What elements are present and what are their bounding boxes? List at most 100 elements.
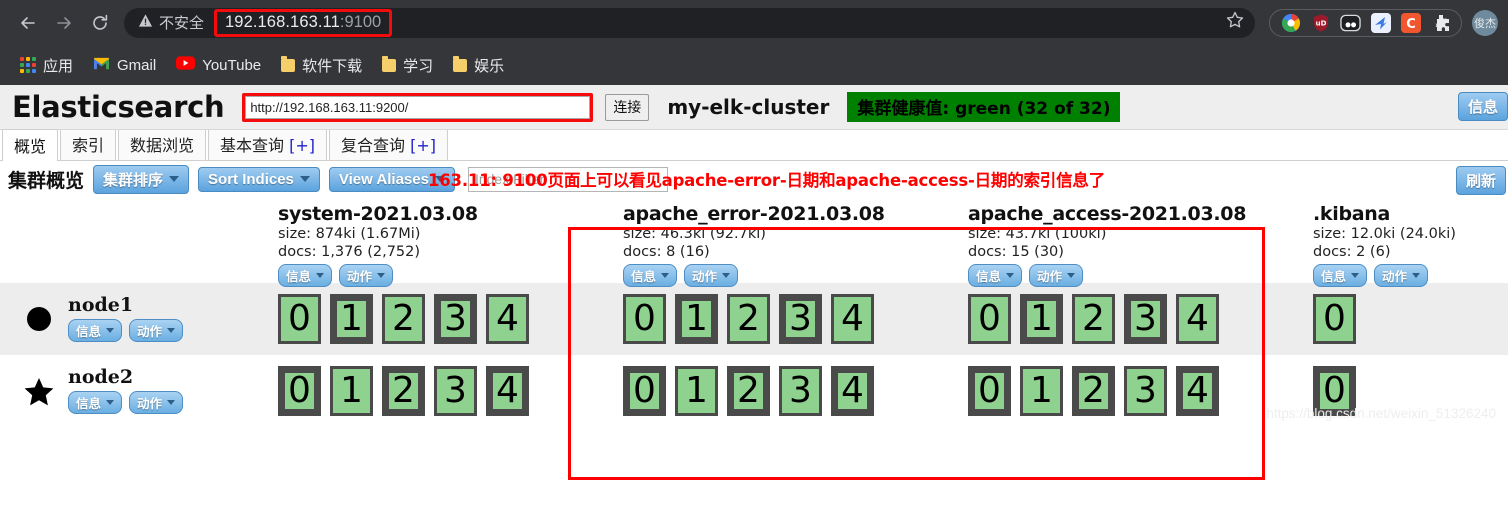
shard[interactable]: 4 <box>1176 294 1219 344</box>
bookmark-star-icon[interactable] <box>1225 10 1245 35</box>
shard[interactable]: 1 <box>330 294 373 344</box>
shard[interactable]: 3 <box>434 366 477 416</box>
refresh-button[interactable]: 刷新 <box>1455 166 1506 195</box>
shard[interactable]: 0 <box>968 366 1011 416</box>
ublock-shield-extension-icon[interactable]: uD <box>1310 12 1331 33</box>
shard[interactable]: 1 <box>675 366 718 416</box>
bird-extension-icon[interactable] <box>1370 12 1391 33</box>
chevron-down-icon <box>1412 273 1421 279</box>
circle-master-icon <box>18 306 60 332</box>
puzzle-extensions-icon[interactable] <box>1430 12 1451 33</box>
bookmark-apps[interactable]: 应用 <box>12 52 81 79</box>
index-action-button[interactable]: 动作 <box>684 264 739 288</box>
shard[interactable]: 1 <box>330 366 373 416</box>
tab-indices[interactable]: 索引 <box>60 128 117 160</box>
bookmark-label: 软件下载 <box>302 57 363 75</box>
avatar-label: 俊杰 <box>1474 17 1496 30</box>
index-info-button[interactable]: 信息 <box>278 264 333 288</box>
header-info-button[interactable]: 信息 <box>1457 92 1508 121</box>
tab-data-browse[interactable]: 数据浏览 <box>118 128 207 160</box>
shard[interactable]: 4 <box>1176 366 1219 416</box>
tab-overview[interactable]: 概览 <box>2 129 59 161</box>
bookmark-label: YouTube <box>202 56 262 74</box>
node-action-label: 动作 <box>137 396 163 411</box>
browser-toolbar: 不安全 192.168.163.11:9100 uD C 俊杰 <box>0 0 1508 45</box>
back-button[interactable] <box>10 5 46 41</box>
header-info-button-wrap: 信息 <box>1457 92 1508 121</box>
index-column-system: system-2021.03.08 size: 874ki (1.67Mi) d… <box>270 203 615 288</box>
shard[interactable]: 4 <box>486 366 529 416</box>
index-action-button[interactable]: 动作 <box>1374 264 1429 288</box>
shard[interactable]: 1 <box>1020 366 1063 416</box>
index-info-label: 信息 <box>1321 269 1347 285</box>
reload-button[interactable] <box>82 5 118 41</box>
shard[interactable]: 1 <box>1020 294 1063 344</box>
chevron-down-icon <box>316 273 325 279</box>
shard[interactable]: 2 <box>1072 366 1115 416</box>
shard[interactable]: 3 <box>1124 366 1167 416</box>
shard[interactable]: 4 <box>486 294 529 344</box>
security-indicator[interactable]: 不安全 <box>138 12 204 33</box>
shard[interactable]: 2 <box>727 366 770 416</box>
index-action-button[interactable]: 动作 <box>1029 264 1084 288</box>
shard[interactable]: 2 <box>1072 294 1115 344</box>
index-size: size: 43.7ki (100ki) <box>968 226 1107 242</box>
connect-button[interactable]: 连接 <box>605 93 650 121</box>
index-column-apache-error: apache_error-2021.03.08 size: 46.3ki (92… <box>615 203 960 288</box>
shard[interactable]: 1 <box>675 294 718 344</box>
shard[interactable]: 0 <box>623 294 666 344</box>
cluster-host-input[interactable] <box>245 95 591 119</box>
bookmark-folder-software[interactable]: 软件下载 <box>273 52 370 79</box>
bookmark-gmail[interactable]: Gmail <box>85 54 164 77</box>
shard-cell-kibana: 0 <box>1305 294 1508 344</box>
shard[interactable]: 0 <box>278 366 321 416</box>
tab-basic-query[interactable]: 基本查询 [+] <box>208 128 328 160</box>
c-extension-icon[interactable]: C <box>1400 12 1421 33</box>
url-host: 192.168.163.11 <box>225 12 340 31</box>
shard[interactable]: 0 <box>1313 294 1356 344</box>
profile-avatar[interactable]: 俊杰 <box>1472 9 1498 36</box>
chevron-down-icon <box>106 328 115 333</box>
shard[interactable]: 2 <box>727 294 770 344</box>
chrome-colors-extension-icon[interactable] <box>1280 12 1301 33</box>
red-annotation-text: 163.11: 9100页面上可以看见apache-error-日期和apach… <box>428 171 1105 190</box>
shard[interactable]: 2 <box>382 294 425 344</box>
node-action-button[interactable]: 动作 <box>129 391 184 414</box>
index-action-button[interactable]: 动作 <box>339 264 394 288</box>
shard[interactable]: 3 <box>779 294 822 344</box>
shard[interactable]: 3 <box>779 366 822 416</box>
tab-composite-query[interactable]: 复合查询 [+] <box>329 128 449 160</box>
sort-cluster-dropdown[interactable]: 集群排序 <box>93 164 190 194</box>
shard[interactable]: 3 <box>1124 294 1167 344</box>
index-action-label: 动作 <box>1037 269 1063 285</box>
node-row: node1 信息 动作 0 1 2 3 4 0 1 2 3 4 0 1 2 3 … <box>0 283 1508 355</box>
index-info-button[interactable]: 信息 <box>1313 264 1368 288</box>
tab-label: 基本查询 <box>220 136 290 155</box>
shard[interactable]: 2 <box>382 366 425 416</box>
forward-button[interactable] <box>46 5 82 41</box>
pocket-extension-icon[interactable] <box>1340 12 1361 33</box>
chevron-down-icon <box>167 328 176 333</box>
node-info-button[interactable]: 信息 <box>68 319 123 342</box>
sort-indices-dropdown[interactable]: Sort Indices <box>198 166 320 192</box>
bookmark-folder-entertainment[interactable]: 娱乐 <box>445 52 512 79</box>
bookmark-youtube[interactable]: YouTube <box>168 53 269 77</box>
index-action-label: 动作 <box>692 269 718 285</box>
shard[interactable]: 4 <box>831 294 874 344</box>
sort-indices-label: Sort Indices <box>208 170 294 188</box>
host-input-highlight-box <box>242 92 594 122</box>
shard[interactable]: 0 <box>623 366 666 416</box>
shard[interactable]: 0 <box>278 294 321 344</box>
address-bar[interactable]: 不安全 192.168.163.11:9100 <box>124 7 1255 38</box>
index-info-button[interactable]: 信息 <box>968 264 1023 288</box>
node-info-button[interactable]: 信息 <box>68 391 123 414</box>
shard[interactable]: 3 <box>434 294 477 344</box>
shard-cell-system: 0 1 2 3 4 <box>270 294 615 344</box>
shard[interactable]: 4 <box>831 366 874 416</box>
chevron-down-icon <box>299 176 310 182</box>
index-action-label: 动作 <box>347 269 373 285</box>
node-action-button[interactable]: 动作 <box>129 319 184 342</box>
shard[interactable]: 0 <box>968 294 1011 344</box>
bookmark-folder-study[interactable]: 学习 <box>374 52 441 79</box>
index-info-button[interactable]: 信息 <box>623 264 678 288</box>
